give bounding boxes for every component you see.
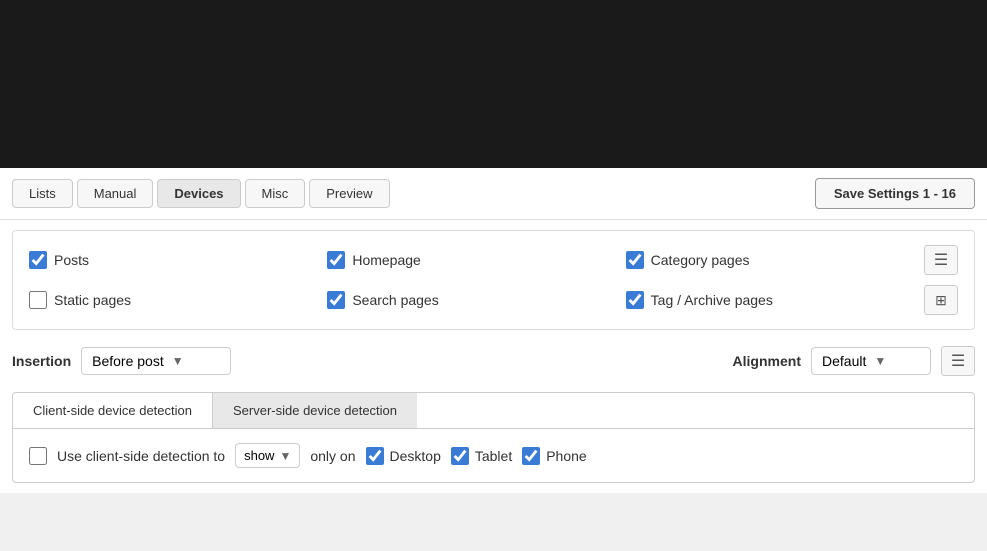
phone-checkbox[interactable]: [522, 447, 540, 465]
category-pages-label: Category pages: [651, 252, 750, 268]
insertion-value: Before post: [92, 353, 164, 369]
homepage-label: Homepage: [352, 252, 421, 268]
homepage-checkbox-item: Homepage: [327, 251, 625, 269]
alignment-section: Alignment Default ▼ ☰: [733, 346, 975, 376]
posts-checkbox[interactable]: [29, 251, 47, 269]
icon-btn-lines[interactable]: ☰: [924, 245, 958, 275]
tab-server-side[interactable]: Server-side device detection: [213, 393, 417, 428]
tag-archive-checkbox-item: Tag / Archive pages: [626, 291, 924, 309]
client-detection-label: Use client-side detection to: [57, 448, 225, 464]
insertion-label: Insertion: [12, 353, 71, 369]
tablet-label: Tablet: [475, 448, 512, 464]
search-pages-label: Search pages: [352, 292, 438, 308]
device-tabs-wrapper: Client-side device detection Server-side…: [12, 392, 975, 429]
tab-lists[interactable]: Lists: [12, 179, 73, 208]
phone-label: Phone: [546, 448, 586, 464]
tablet-device-item: Tablet: [451, 447, 512, 465]
posts-label: Posts: [54, 252, 89, 268]
device-detection-content: Use client-side detection to show ▼ only…: [12, 429, 975, 483]
bottom-bar: [0, 493, 987, 523]
search-pages-checkbox[interactable]: [327, 291, 345, 309]
tablet-checkbox[interactable]: [451, 447, 469, 465]
show-arrow-icon: ▼: [279, 449, 291, 463]
insertion-select[interactable]: Before post ▼: [81, 347, 231, 375]
alignment-label: Alignment: [733, 353, 801, 369]
alignment-value: Default: [822, 353, 866, 369]
static-pages-checkbox-item: Static pages: [29, 291, 327, 309]
icon-btn-grid[interactable]: ⊞: [924, 285, 958, 315]
client-detection-checkbox[interactable]: [29, 447, 47, 465]
alignment-icon-btn[interactable]: ☰: [941, 346, 975, 376]
tag-archive-label: Tag / Archive pages: [651, 292, 773, 308]
static-pages-checkbox[interactable]: [29, 291, 47, 309]
show-select[interactable]: show ▼: [235, 443, 300, 468]
alignment-arrow-icon: ▼: [874, 354, 886, 368]
checkboxes-panel: Posts Homepage Category pages ☰ Static p…: [12, 230, 975, 330]
tab-manual[interactable]: Manual: [77, 179, 154, 208]
tabs-toolbar: Lists Manual Devices Misc Preview Save S…: [0, 168, 987, 220]
tab-misc[interactable]: Misc: [245, 179, 306, 208]
insertion-alignment-row: Insertion Before post ▼ Alignment Defaul…: [12, 340, 975, 382]
search-pages-checkbox-item: Search pages: [327, 291, 625, 309]
category-pages-checkbox[interactable]: [626, 251, 644, 269]
desktop-label: Desktop: [390, 448, 441, 464]
static-pages-label: Static pages: [54, 292, 131, 308]
tag-archive-checkbox[interactable]: [626, 291, 644, 309]
tab-preview[interactable]: Preview: [309, 179, 389, 208]
desktop-device-item: Desktop: [366, 447, 441, 465]
only-on-text: only on: [310, 448, 355, 464]
black-bar: [0, 0, 987, 168]
insertion-arrow-icon: ▼: [172, 354, 184, 368]
show-value: show: [244, 448, 274, 463]
phone-device-item: Phone: [522, 447, 586, 465]
posts-checkbox-item: Posts: [29, 251, 327, 269]
alignment-select[interactable]: Default ▼: [811, 347, 931, 375]
category-pages-checkbox-item: Category pages: [626, 251, 924, 269]
homepage-checkbox[interactable]: [327, 251, 345, 269]
save-settings-button[interactable]: Save Settings 1 - 16: [815, 178, 975, 209]
tab-client-side[interactable]: Client-side device detection: [13, 393, 213, 428]
tab-devices[interactable]: Devices: [157, 179, 240, 208]
main-content: Lists Manual Devices Misc Preview Save S…: [0, 168, 987, 523]
desktop-checkbox[interactable]: [366, 447, 384, 465]
